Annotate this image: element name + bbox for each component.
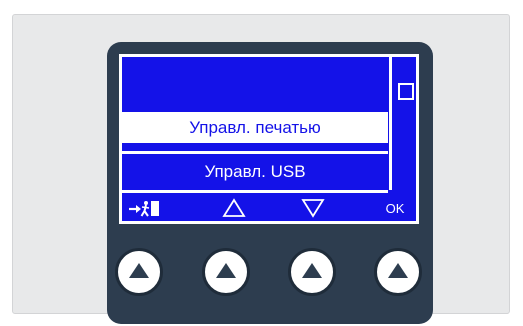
up-arrow-icon — [216, 263, 236, 278]
menu-item-empty[interactable] — [122, 57, 388, 107]
scrollbar[interactable] — [389, 57, 416, 190]
softkey-divider — [122, 190, 388, 193]
scrollbar-thumb[interactable] — [398, 83, 414, 100]
up-arrow-icon — [302, 263, 322, 278]
down-triangle-icon — [296, 195, 330, 221]
ok-label: OK — [385, 200, 405, 216]
softkey-button-2[interactable] — [202, 248, 250, 296]
lcd-screen: Управл. печатью Управл. USB OK — [122, 57, 416, 221]
lcd-display: Управл. печатью Управл. USB OK — [119, 54, 419, 224]
softkey-button-4[interactable] — [374, 248, 422, 296]
menu-item-usb-management[interactable]: Управл. USB — [122, 154, 388, 190]
softkey-button-1[interactable] — [115, 248, 163, 296]
softkey-button-3[interactable] — [288, 248, 336, 296]
up-arrow-icon — [129, 263, 149, 278]
softkey-bar: OK — [122, 195, 416, 221]
menu-item-print-management[interactable]: Управл. печатью — [122, 109, 388, 146]
exit-icon — [126, 195, 166, 221]
up-triangle-icon — [217, 195, 251, 221]
up-arrow-icon — [388, 263, 408, 278]
